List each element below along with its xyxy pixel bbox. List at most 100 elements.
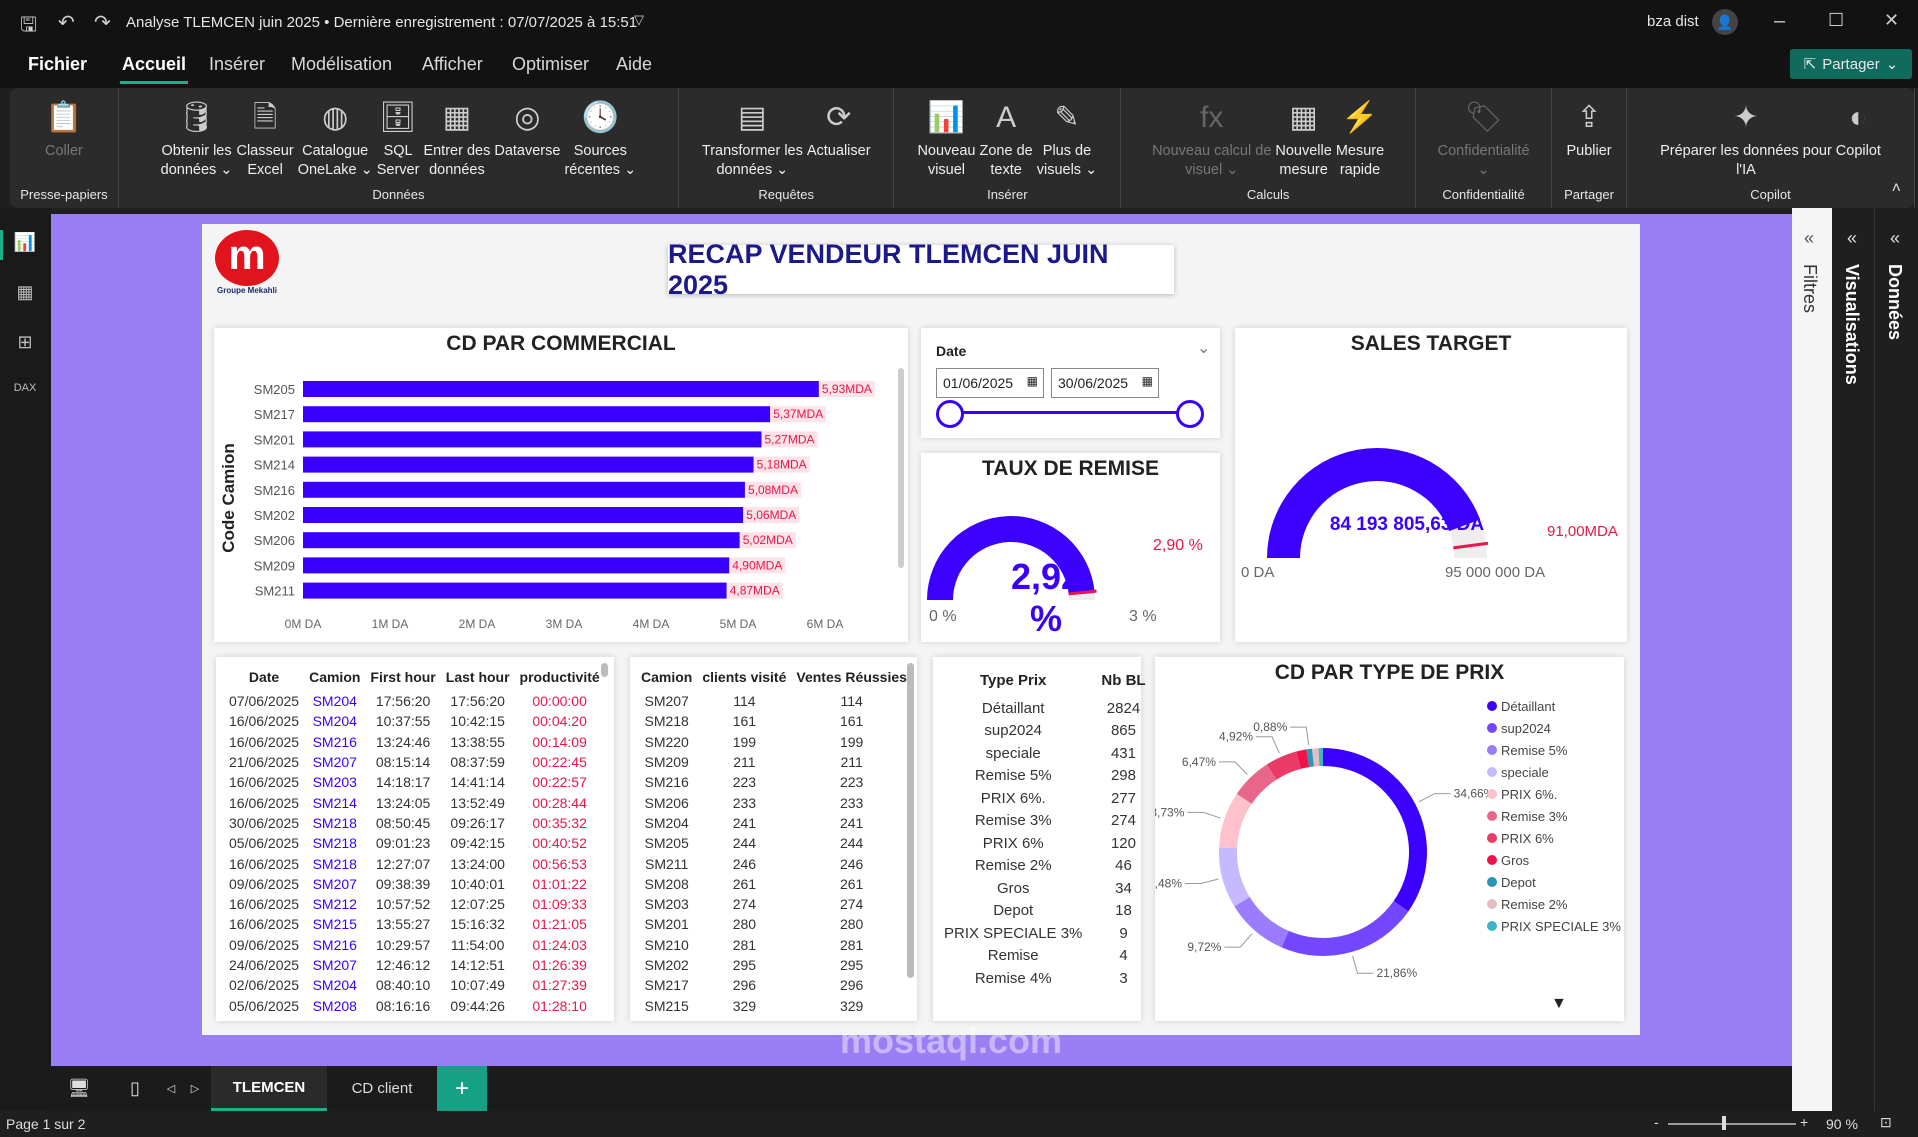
clients-table[interactable]: Camion clients visité Ventes Réussies SM207… [630, 657, 917, 1021]
table-row[interactable]: Gros 34 [939, 877, 1160, 900]
table-row[interactable]: 16/06/2025 SM214 13:24:05 13:52:49 00:28:44 [224, 792, 605, 812]
table-row[interactable]: SM220 199 199 [636, 732, 912, 752]
legend-item[interactable]: Gros [1487, 849, 1621, 871]
range-end-handle[interactable] [1176, 400, 1204, 428]
visualizations-pane-label[interactable]: Visualisations [1841, 264, 1862, 385]
date-to-input[interactable]: 30/06/2025 ▦ [1051, 368, 1159, 398]
table-row[interactable]: SM215 329 329 [636, 995, 912, 1015]
tab-modelisation[interactable]: Modélisation [289, 54, 394, 81]
table-row[interactable]: 05/06/2025 SM218 09:01:23 09:42:15 00:40:52 [224, 833, 605, 853]
tab-accueil[interactable]: Accueil [120, 54, 189, 84]
table-row[interactable]: SM216 223 223 [636, 772, 912, 792]
close-icon[interactable]: ✕ [1884, 10, 1899, 31]
model-view-icon[interactable]: ⊞ [12, 332, 38, 358]
table-row[interactable]: 16/06/2025 SM204 10:37:55 10:42:15 00:04:20 [224, 711, 605, 731]
table-row[interactable]: Remise 3% 274 [939, 810, 1160, 833]
table-row[interactable]: SM205 244 244 [636, 833, 912, 853]
table-row[interactable]: Depot 18 [939, 900, 1160, 923]
tab-fichier[interactable]: Fichier [26, 54, 89, 81]
legend-item[interactable]: speciale [1487, 761, 1621, 783]
table-row[interactable]: 16/06/2025 SM216 13:24:46 13:38:55 00:14:09 [224, 732, 605, 752]
table-row[interactable]: 24/06/2025 SM207 12:46:12 14:12:51 01:26:39 [224, 955, 605, 975]
filters-pane[interactable]: « Filtres [1792, 208, 1832, 1111]
page-tab-cd-client[interactable]: CD client [327, 1066, 437, 1111]
cd-par-type-de-prix-chart[interactable]: CD PAR TYPE DE PRIX 34,66%21,86%9,72%9,4… [1155, 657, 1624, 1021]
title-dropdown-icon[interactable]: ▽ [634, 12, 644, 28]
type-prix-table[interactable]: Type Prix Nb BL Détaillant 2824 sup2024 865 sp… [933, 657, 1146, 1021]
column-header[interactable]: Type Prix [939, 663, 1087, 697]
table-row[interactable]: 09/06/2025 SM207 09:38:39 10:40:01 01:01:22 [224, 874, 605, 894]
column-header[interactable]: Date [224, 663, 304, 691]
report-view-icon[interactable]: 📊 [12, 232, 38, 258]
table-row[interactable]: SM218 161 161 [636, 711, 912, 731]
calendar-icon[interactable]: ▦ [1142, 374, 1153, 388]
zoom-out-button[interactable]: - [1654, 1114, 1659, 1130]
sales-target-gauge[interactable]: SALES TARGET 84 193 805,63 DA 0 DA 95 00… [1235, 328, 1627, 642]
filters-label[interactable]: Filtres [1799, 264, 1820, 313]
date-from-input[interactable]: 01/06/2025 ▦ [936, 368, 1044, 398]
page-tab-tlemcen[interactable]: TLEMCEN [211, 1066, 327, 1111]
table-row[interactable]: 09/06/2025 SM216 10:29:57 11:54:00 01:24:03 [224, 935, 605, 955]
legend-item[interactable]: Remise 3% [1487, 805, 1621, 827]
table-row[interactable]: SM207 114 114 [636, 691, 912, 711]
legend-scroll-down-icon[interactable]: ▼ [1551, 995, 1567, 1013]
legend-item[interactable]: Détaillant [1487, 695, 1621, 717]
table-row[interactable]: Détaillant 2824 [939, 697, 1160, 720]
table-row[interactable]: SM204 241 241 [636, 813, 912, 833]
mobile-layout-icon[interactable]: ▯ [121, 1066, 149, 1111]
cd-par-commercial-chart[interactable]: CD PAR COMMERCIAL Code Camion SM205 5,93M… [214, 328, 908, 642]
table-row[interactable]: Remise 4 [939, 945, 1160, 968]
collapse-ribbon-icon[interactable]: ˄ [1892, 180, 1901, 198]
share-button[interactable]: ⇱ Partager ⌄ [1790, 49, 1912, 79]
table-row[interactable]: 16/06/2025 SM203 14:18:17 14:41:14 00:22:57 [224, 772, 605, 792]
table-row[interactable]: SM203 274 274 [636, 894, 912, 914]
next-page-icon[interactable]: ▷ [187, 1066, 203, 1111]
prev-page-icon[interactable]: ◁ [163, 1066, 179, 1111]
legend-item[interactable]: Remise 5% [1487, 739, 1621, 761]
data-pane-label[interactable]: Données [1884, 264, 1905, 340]
table-row[interactable]: speciale 431 [939, 742, 1160, 765]
column-header[interactable]: First hour [365, 663, 440, 691]
tab-inserer[interactable]: Insérer [207, 54, 267, 81]
range-start-handle[interactable] [936, 400, 964, 428]
undo-icon[interactable]: ↶ [58, 10, 75, 35]
table-row[interactable]: SM208 261 261 [636, 874, 912, 894]
table-row[interactable]: SM206 233 233 [636, 792, 912, 812]
scrollbar[interactable] [898, 368, 904, 568]
table-row[interactable]: 16/06/2025 SM215 13:55:27 15:16:32 01:21:05 [224, 914, 605, 934]
table-row[interactable]: sup2024 865 [939, 720, 1160, 743]
table-row[interactable]: 02/06/2025 SM204 08:40:10 10:07:49 01:27:39 [224, 975, 605, 995]
table-row[interactable]: Remise 4% 3 [939, 967, 1160, 990]
dax-query-icon[interactable]: DAX [12, 382, 38, 408]
scrollbar[interactable] [907, 663, 914, 978]
table-row[interactable]: 16/06/2025 SM212 10:57:52 12:07:25 01:09:33 [224, 894, 605, 914]
column-header[interactable]: Nb BL [1087, 663, 1159, 697]
table-row[interactable]: 16/06/2025 SM218 12:27:07 13:24:00 00:56:53 [224, 853, 605, 873]
zoom-in-button[interactable]: + [1800, 1114, 1808, 1130]
zoom-slider-handle[interactable] [1722, 1116, 1726, 1130]
redo-icon[interactable]: ↷ [94, 10, 111, 35]
fit-to-page-icon[interactable]: ⊡ [1880, 1114, 1892, 1131]
productivity-table[interactable]: Date Camion First hour Last hour productivit… [216, 657, 614, 1021]
column-header[interactable]: Ventes Réussies [791, 663, 912, 691]
add-page-button[interactable]: + [437, 1066, 487, 1111]
column-header[interactable]: Camion [304, 663, 365, 691]
zoom-slider[interactable] [1668, 1123, 1796, 1125]
legend-item[interactable]: PRIX 6% [1487, 827, 1621, 849]
table-row[interactable]: Remise 2% 46 [939, 855, 1160, 878]
table-row[interactable]: PRIX 6% 120 [939, 832, 1160, 855]
table-row[interactable]: SM210 281 281 [636, 935, 912, 955]
table-row[interactable]: SM217 296 296 [636, 975, 912, 995]
taux-de-remise-gauge[interactable]: TAUX DE REMISE 2,92 % 0 % 3 % 2,90 % [921, 453, 1220, 642]
column-header[interactable]: Camion [636, 663, 697, 691]
table-row[interactable]: 21/06/2025 SM207 08:15:14 08:37:59 00:22:45 [224, 752, 605, 772]
column-header[interactable]: clients visité [697, 663, 791, 691]
column-header[interactable]: productivité [515, 663, 605, 691]
table-row[interactable]: SM211 246 246 [636, 853, 912, 873]
scrollbar[interactable] [601, 663, 608, 677]
expand-visualizations-icon[interactable]: « [1847, 228, 1857, 249]
tab-optimiser[interactable]: Optimiser [510, 54, 591, 81]
table-row[interactable]: SM201 280 280 [636, 914, 912, 934]
minimize-icon[interactable]: – [1774, 10, 1785, 33]
legend-item[interactable]: PRIX SPECIALE 3% [1487, 915, 1621, 937]
